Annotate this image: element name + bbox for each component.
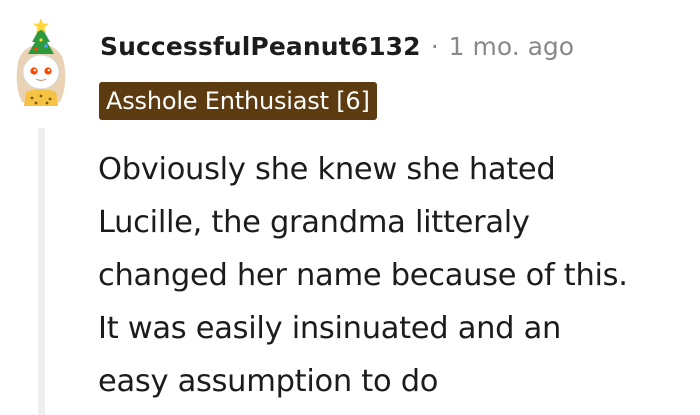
comment-body-line: changed her name because of this. — [98, 258, 628, 293]
comment-body-line: Lucille, the grandma litteraly — [98, 205, 530, 240]
user-flair: Asshole Enthusiast [6] — [99, 82, 377, 120]
user-avatar[interactable] — [8, 16, 74, 108]
meta-separator: · — [430, 31, 439, 61]
thread-collapse-line[interactable] — [38, 128, 45, 415]
snoo-avatar-icon — [16, 18, 66, 106]
comment-timestamp[interactable]: 1 mo. ago — [449, 32, 574, 61]
comment: SuccessfulPeanut6132 · 1 mo. ago Asshole… — [0, 0, 700, 415]
comment-body-line: It was easily insinuated and an — [98, 311, 562, 346]
comment-body-line: easy assumption to do — [98, 364, 439, 399]
comment-body: Obviously she knew she hated Lucille, th… — [98, 143, 698, 408]
comment-body-line: Obviously she knew she hated — [98, 152, 556, 187]
comment-header: SuccessfulPeanut6132 · 1 mo. ago — [100, 26, 574, 66]
username-link[interactable]: SuccessfulPeanut6132 — [100, 32, 421, 61]
